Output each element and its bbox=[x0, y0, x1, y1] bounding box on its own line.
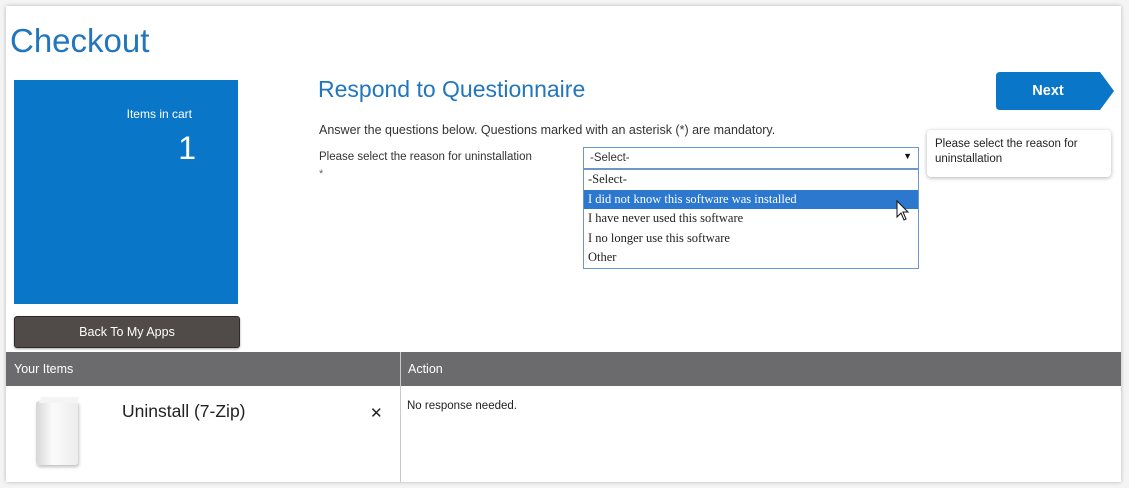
column-header-your-items: Your Items bbox=[14, 362, 74, 376]
reason-select[interactable]: -Select- ▼ bbox=[583, 147, 919, 169]
mouse-pointer-icon bbox=[896, 199, 910, 227]
reason-dropdown-list: -Select- I did not know this software wa… bbox=[583, 169, 919, 269]
question-label: Please select the reason for uninstallat… bbox=[319, 151, 532, 163]
checkout-page: Checkout Items in cart 1 Back To My Apps… bbox=[6, 6, 1121, 482]
next-button-label: Next bbox=[1032, 83, 1064, 99]
cart-items-table: Your Items Action Uninstall (7-Zip) ✕ No… bbox=[6, 352, 1121, 482]
dropdown-option[interactable]: I no longer use this software bbox=[584, 229, 918, 249]
validation-tooltip: Please select the reason for uninstallat… bbox=[927, 130, 1111, 177]
page-title: Checkout bbox=[10, 22, 150, 59]
cart-tile: Items in cart 1 bbox=[14, 80, 238, 304]
next-button[interactable]: Next bbox=[996, 72, 1114, 110]
cart-label: Items in cart bbox=[126, 107, 192, 121]
dropdown-option[interactable]: Other bbox=[584, 248, 918, 268]
dropdown-option[interactable]: I have never used this software bbox=[584, 209, 918, 229]
app-thumbnail bbox=[36, 401, 78, 465]
dropdown-option[interactable]: I did not know this software was install… bbox=[584, 189, 918, 209]
reason-select-value: -Select- bbox=[590, 152, 630, 164]
action-text: No response needed. bbox=[407, 400, 517, 412]
item-name: Uninstall (7-Zip) bbox=[122, 401, 246, 421]
questionnaire-instructions: Answer the questions below. Questions ma… bbox=[319, 123, 776, 137]
table-row: Uninstall (7-Zip) ✕ bbox=[6, 386, 400, 482]
cart-count: 1 bbox=[178, 130, 196, 166]
column-header-action: Action bbox=[408, 362, 443, 376]
questionnaire-title: Respond to Questionnaire bbox=[318, 76, 586, 102]
chevron-down-icon: ▼ bbox=[903, 151, 912, 161]
table-header: Your Items Action bbox=[6, 352, 1121, 386]
back-to-my-apps-button[interactable]: Back To My Apps bbox=[14, 316, 240, 348]
close-icon[interactable]: ✕ bbox=[370, 404, 383, 422]
table-row-action: No response needed. bbox=[401, 386, 1121, 482]
required-marker: * bbox=[319, 168, 324, 180]
dropdown-option[interactable]: -Select- bbox=[584, 170, 918, 190]
